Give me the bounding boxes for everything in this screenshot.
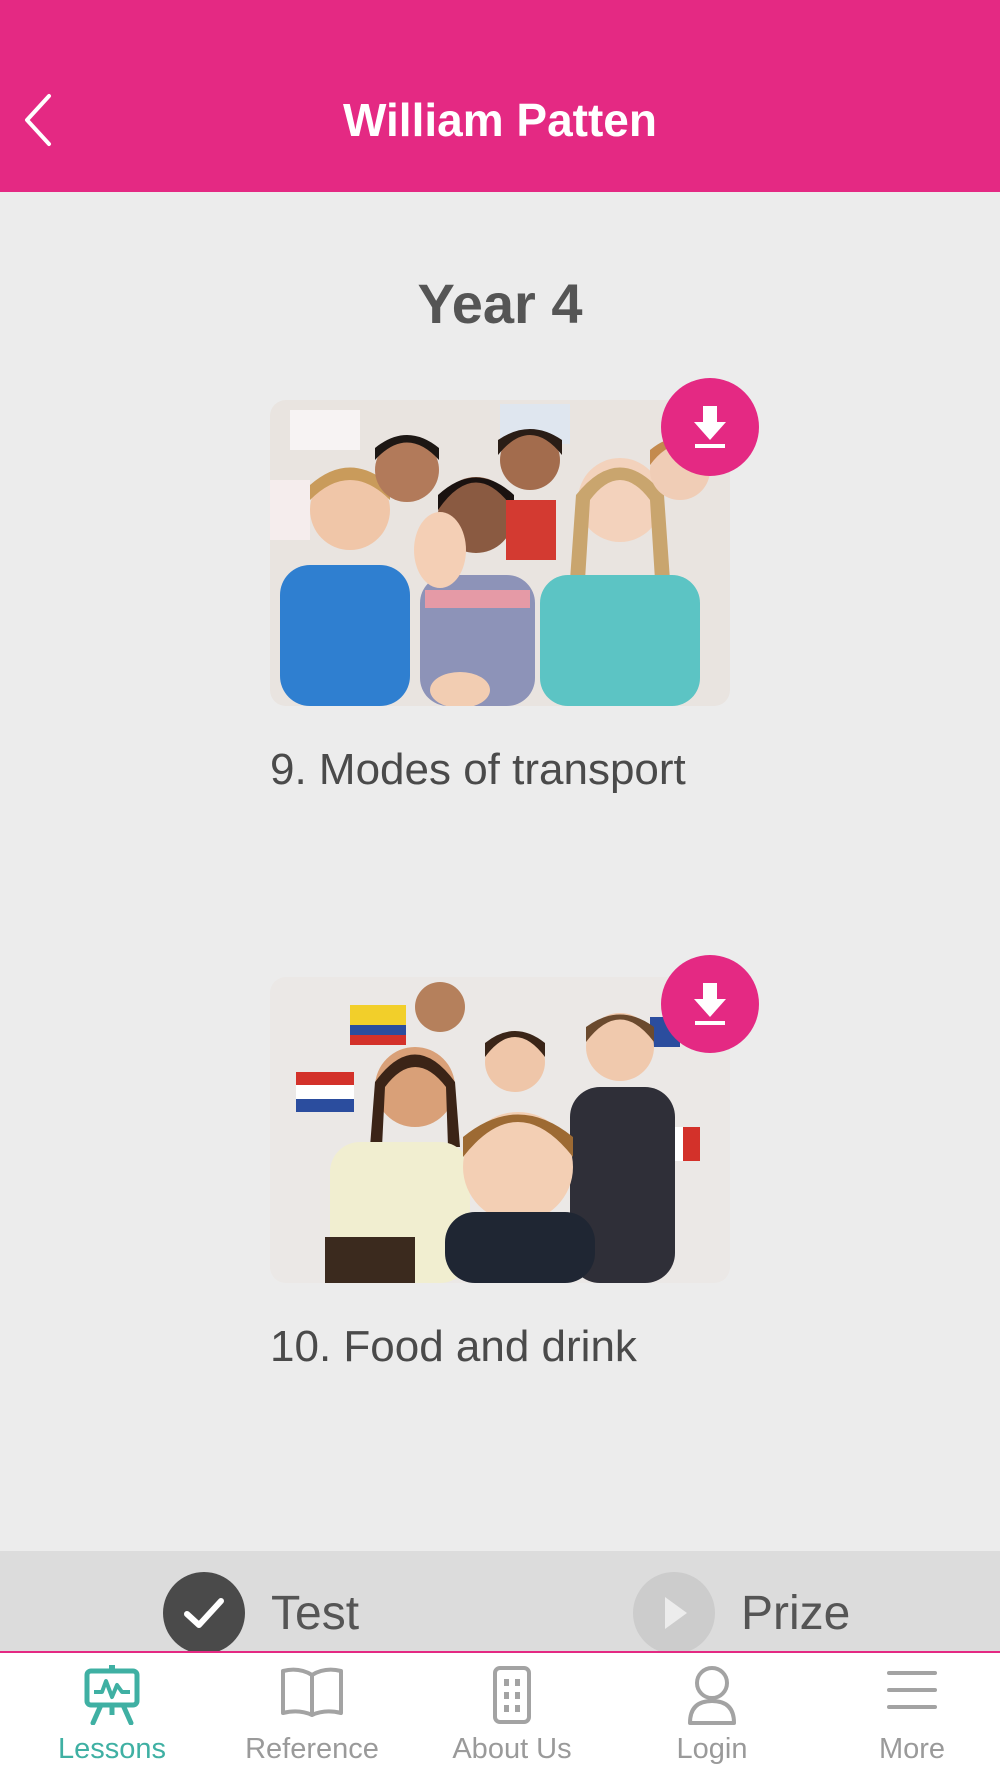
tab-lessons[interactable]: Lessons — [12, 1653, 212, 1778]
download-icon — [694, 983, 726, 1025]
tab-reference-label: Reference — [245, 1733, 379, 1765]
play-icon — [633, 1572, 715, 1654]
tab-more[interactable]: More — [812, 1653, 1000, 1778]
prize-button[interactable]: Prize — [633, 1571, 850, 1655]
action-bar: Test Prize — [0, 1551, 1000, 1654]
lesson-thumbnail[interactable] — [270, 977, 730, 1283]
tab-more-label: More — [878, 1733, 946, 1765]
easel-chart-icon — [84, 1665, 140, 1725]
lesson-title[interactable]: 10. Food and drink — [270, 1319, 637, 1375]
test-button[interactable]: Test — [163, 1571, 359, 1655]
tab-login-label: Login — [676, 1733, 748, 1765]
bottom-tab-bar: Lessons Reference About Us Login More — [0, 1653, 1000, 1778]
section-title: Year 4 — [417, 272, 583, 335]
prize-label: Prize — [741, 1586, 851, 1640]
app-header: William Patten — [0, 0, 1000, 192]
person-icon — [688, 1666, 736, 1725]
download-button[interactable] — [661, 955, 759, 1053]
download-button[interactable] — [661, 378, 759, 476]
test-label: Test — [271, 1586, 360, 1640]
lesson-title[interactable]: 9. Modes of transport — [270, 742, 686, 798]
tab-about-us-label: About Us — [452, 1733, 572, 1765]
tab-login[interactable]: Login — [612, 1653, 812, 1778]
download-icon — [694, 406, 726, 448]
lesson-thumbnail[interactable] — [270, 400, 730, 706]
page-title: William Patten — [343, 94, 657, 146]
checkmark-icon — [163, 1572, 245, 1654]
tab-reference[interactable]: Reference — [212, 1653, 412, 1778]
book-icon — [281, 1667, 343, 1717]
tab-about-us[interactable]: About Us — [412, 1653, 612, 1778]
hamburger-menu-icon — [887, 1671, 937, 1709]
tab-lessons-label: Lessons — [57, 1733, 166, 1765]
building-icon — [493, 1666, 531, 1724]
